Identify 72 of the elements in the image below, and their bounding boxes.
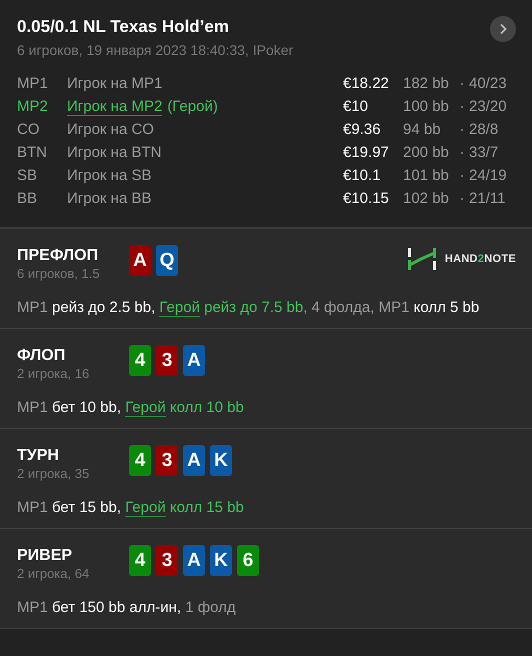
player-bb: 182 bb: [403, 74, 450, 94]
separator-dot: [461, 83, 463, 85]
action-line: MP1 бет 10 bb, Герой колл 10 bb: [17, 399, 245, 416]
playing-card: Q: [156, 245, 178, 276]
playing-card: K: [210, 545, 232, 576]
separator-dot: [461, 152, 463, 154]
street-info: 2 игрока, 64: [17, 566, 90, 581]
player-stats: 24/19: [469, 166, 508, 186]
hero-tag: (Герой): [167, 98, 218, 115]
player-position: BB: [17, 189, 38, 209]
player-name: Игрок на MP1: [67, 75, 162, 92]
playing-card: A: [129, 245, 151, 276]
player-stats: 40/23: [469, 74, 508, 94]
playing-card: 3: [156, 345, 178, 376]
playing-card: A: [183, 545, 205, 576]
hero-link[interactable]: Герой: [125, 499, 166, 517]
logo-icon: [406, 247, 437, 271]
chevron-right-icon: [498, 23, 508, 35]
street-info: 2 игрока, 35: [17, 466, 90, 481]
player-stats: 21/11: [469, 189, 506, 209]
player-name: Игрок на BTN: [67, 144, 162, 161]
hand-title: 0.05/0.1 NL Texas Hold’em: [17, 17, 230, 37]
playing-card: 6: [237, 545, 259, 576]
next-button[interactable]: [490, 16, 516, 42]
separator-dot: [461, 129, 463, 131]
player-stack: €10.15: [343, 189, 390, 209]
player-bb: 101 bb: [403, 166, 450, 186]
player-stack: €10.1: [343, 166, 382, 186]
separator-dot: [461, 175, 463, 177]
playing-card: 3: [156, 445, 178, 476]
player-stats: 28/8: [469, 120, 500, 140]
player-bb: 100 bb: [403, 97, 450, 117]
hand-subtitle: 6 игроков, 19 января 2023 18:40:33, IPoker: [17, 42, 294, 58]
player-stack: €10: [343, 97, 370, 117]
player-stack: €18.22: [343, 74, 390, 94]
playing-card: A: [183, 345, 205, 376]
player-name: Игрок на SB: [67, 167, 152, 184]
player-stack: €9.36: [343, 120, 382, 140]
hero-link[interactable]: Герой: [125, 399, 166, 417]
playing-card: 4: [129, 445, 151, 476]
playing-card: A: [183, 445, 205, 476]
player-position: CO: [17, 120, 40, 140]
playing-card: K: [210, 445, 232, 476]
player-bb: 94 bb: [403, 120, 442, 140]
player-stack: €19.97: [343, 143, 390, 163]
street-title: ФЛОП: [17, 347, 66, 365]
street-info: 6 игроков, 1.5: [17, 266, 101, 281]
logo-text: HAND2NOTE: [444, 253, 516, 265]
hero-link[interactable]: Герой: [159, 299, 200, 317]
street-title: РИВЕР: [17, 547, 74, 565]
street-title: ПРЕФЛОП: [17, 247, 100, 265]
player-stats: 33/7: [469, 143, 500, 163]
player-bb: 102 bb: [403, 189, 450, 209]
street-title: ТУРН: [17, 447, 60, 465]
action-line: MP1 рейз до 2.5 bb, Герой рейз до 7.5 bb, 4 фолда, MP1 колл 5 bb: [17, 299, 480, 316]
player-position: MP1: [17, 74, 49, 94]
player-bb: 200 bb: [403, 143, 450, 163]
playing-card: 4: [129, 545, 151, 576]
action-line: MP1 бет 15 bb, Герой колл 15 bb: [17, 499, 245, 516]
playing-card: 3: [156, 545, 178, 576]
action-line: MP1 бет 150 bb алл-ин, 1 фолд: [17, 599, 237, 616]
player-position: BTN: [17, 143, 48, 163]
player-position: SB: [17, 166, 38, 186]
player-stats: 23/20: [469, 97, 508, 117]
street-info: 2 игрока, 16: [17, 366, 90, 381]
separator-dot: [461, 106, 463, 108]
player-name: Игрок на BB: [67, 190, 152, 207]
player-name: Игрок на CO: [67, 121, 154, 138]
player-name-link[interactable]: Игрок на MP2: [67, 98, 162, 116]
separator-dot: [461, 198, 463, 200]
playing-card: 4: [129, 345, 151, 376]
player-position: MP2: [17, 97, 49, 117]
